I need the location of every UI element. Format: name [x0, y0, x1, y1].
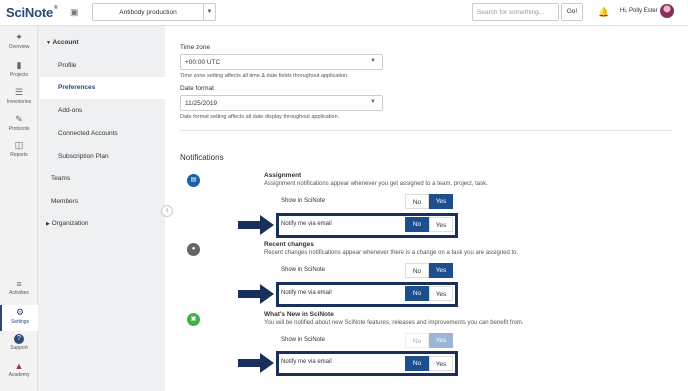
- no-option[interactable]: No: [405, 333, 429, 348]
- go-button[interactable]: Go!: [561, 3, 583, 21]
- settings-item-teams[interactable]: Teams: [51, 175, 70, 182]
- chevron-down-icon: ▼: [370, 58, 376, 64]
- sidebar-item-activities[interactable]: ≡ Activities: [0, 279, 38, 296]
- settings-item-addons[interactable]: Add-ons: [58, 107, 82, 114]
- no-option[interactable]: No: [405, 263, 429, 278]
- highlight-box: [276, 351, 458, 376]
- yes-option[interactable]: Yes: [429, 263, 453, 278]
- recent-changes-desc: Recent changes notifications appear when…: [264, 250, 519, 256]
- clipboard-icon: ◫: [14, 140, 24, 150]
- assignment-icon: ▤: [187, 174, 200, 187]
- sidebar-item-settings[interactable]: ⚙ Settings: [0, 305, 38, 331]
- yes-option[interactable]: Yes: [429, 333, 453, 348]
- sidebar-item-inventories[interactable]: ☰ Inventories: [0, 87, 38, 105]
- sidebar-item-reports[interactable]: ◫ Reports: [0, 140, 38, 158]
- arrow-right-icon: [238, 215, 274, 235]
- sidebar-item-academy[interactable]: ▲ Academy: [0, 361, 38, 378]
- sidebar-item-overview[interactable]: ✦ Overview: [0, 32, 38, 50]
- timezone-select[interactable]: +00:00 UTC ▼: [180, 54, 383, 70]
- user-greeting[interactable]: Hi, Polly Ester: [620, 8, 658, 14]
- recent-changes-icon: ●: [187, 243, 200, 256]
- timezone-hint: Time zone setting affects all time & dat…: [180, 73, 349, 79]
- recent-changes-show-label: Show in SciNote: [281, 267, 326, 273]
- settings-item-subscription-plan[interactable]: Subscription Plan: [58, 153, 109, 160]
- question-icon: ?: [14, 334, 24, 344]
- arrow-right-icon: [238, 353, 274, 373]
- archive-icon[interactable]: ▣: [70, 7, 79, 18]
- assignment-desc: Assignment notifications appear whenever…: [264, 181, 488, 187]
- sidebar-item-projects[interactable]: ▮ Projects: [0, 60, 38, 78]
- top-bar: SciNote® ▣ Antibody production ▼ Search …: [0, 0, 688, 26]
- whats-new-title: What's New in SciNote: [264, 311, 334, 318]
- caret-down-icon: ▼: [46, 40, 51, 46]
- graduation-icon: ▲: [14, 361, 24, 371]
- project-select-value: Antibody production: [119, 9, 177, 16]
- assignment-show-toggle[interactable]: No Yes: [405, 194, 453, 209]
- date-format-hint: Date format setting affects all date dis…: [180, 114, 340, 120]
- highlight-box: [276, 213, 458, 238]
- recent-changes-title: Recent changes: [264, 241, 314, 248]
- recent-changes-show-toggle[interactable]: No Yes: [405, 263, 453, 278]
- whats-new-show-toggle[interactable]: No Yes: [405, 333, 453, 348]
- timezone-value: +00:00 UTC: [185, 59, 221, 66]
- timezone-label: Time zone: [180, 44, 211, 51]
- yes-option[interactable]: Yes: [429, 194, 453, 209]
- settings-item-profile[interactable]: Profile: [58, 62, 76, 69]
- notifications-title: Notifications: [180, 153, 224, 162]
- arrow-right-icon: [238, 284, 274, 304]
- settings-item-members[interactable]: Members: [51, 198, 78, 205]
- date-format-value: 11/25/2019: [185, 100, 218, 107]
- bell-icon[interactable]: 🔔: [598, 7, 609, 18]
- assignment-show-label: Show in SciNote: [281, 198, 326, 204]
- chevron-down-icon: ▼: [203, 4, 215, 20]
- sidebar-item-support[interactable]: ? Support: [0, 334, 38, 351]
- settings-item-organization[interactable]: ▶ Organization: [46, 220, 89, 227]
- collapse-sidebar-button[interactable]: ‹: [161, 205, 173, 217]
- assignment-title: Assignment: [264, 172, 302, 179]
- no-option[interactable]: No: [405, 194, 429, 209]
- caret-right-icon: ▶: [46, 221, 50, 227]
- main-sidebar: ✦ Overview ▮ Projects ☰ Inventories ✎ Protoc…: [0, 26, 38, 391]
- account-section-toggle[interactable]: ▼ Account: [46, 39, 79, 46]
- search-input[interactable]: Search for something...: [472, 3, 559, 21]
- edit-icon: ✎: [15, 114, 23, 124]
- date-format-select[interactable]: 11/25/2019 ▼: [180, 95, 383, 111]
- divider: [180, 130, 672, 131]
- scinote-logo[interactable]: SciNote®: [6, 5, 58, 20]
- highlight-box: [276, 282, 458, 307]
- avatar[interactable]: [660, 4, 674, 18]
- whats-new-show-label: Show in SciNote: [281, 337, 326, 343]
- list-icon: ☰: [14, 87, 24, 97]
- whats-new-icon: ▣: [187, 313, 200, 326]
- activities-icon: ≡: [16, 279, 22, 289]
- date-format-label: Date format: [180, 85, 214, 92]
- whats-new-desc: You will be notified about new SciNote f…: [264, 320, 524, 326]
- project-select[interactable]: Antibody production ▼: [92, 3, 216, 21]
- settings-item-connected-accounts[interactable]: Connected Accounts: [58, 130, 118, 137]
- gear-icon: ⚙: [15, 307, 25, 317]
- pin-icon: ✦: [15, 32, 23, 42]
- sidebar-item-protocols[interactable]: ✎ Protocols: [0, 114, 38, 132]
- chevron-down-icon: ▼: [370, 99, 376, 105]
- settings-item-preferences[interactable]: Preferences: [58, 84, 95, 91]
- folder-icon: ▮: [16, 60, 22, 70]
